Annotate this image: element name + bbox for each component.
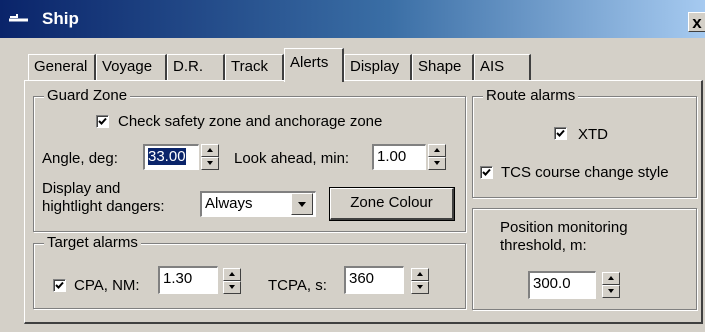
tab-general[interactable]: General bbox=[28, 54, 96, 80]
position-threshold-input[interactable]: 300.0 bbox=[528, 271, 596, 299]
cpa-input[interactable]: 1.30 bbox=[158, 266, 218, 294]
tab-label: Track bbox=[231, 58, 268, 75]
look-ahead-value: 1.00 bbox=[377, 148, 407, 165]
tab-track[interactable]: Track bbox=[225, 54, 284, 80]
tab-label: General bbox=[34, 58, 88, 75]
position-threshold-spinner[interactable] bbox=[602, 272, 620, 298]
checkmark-icon bbox=[482, 168, 491, 176]
position-monitoring-label: Position monitoring bbox=[500, 219, 628, 236]
zone-colour-button[interactable]: Zone Colour bbox=[330, 188, 454, 220]
angle-label: Angle, deg: bbox=[42, 150, 118, 167]
position-monitoring-label-2: threshold, m: bbox=[500, 237, 587, 254]
tab-label: Shape bbox=[418, 58, 462, 75]
close-button[interactable]: x bbox=[688, 12, 705, 32]
tcs-checkbox[interactable] bbox=[480, 166, 493, 179]
close-icon: x bbox=[692, 13, 702, 32]
group-label: Guard Zone bbox=[44, 87, 131, 105]
display-dangers-label-2: hightlight dangers: bbox=[42, 198, 165, 215]
spin-down-icon[interactable] bbox=[428, 157, 446, 170]
cpa-label: CPA, NM: bbox=[74, 277, 140, 294]
tcpa-value: 360 bbox=[349, 270, 375, 287]
window-title: Ship bbox=[42, 9, 79, 28]
look-ahead-spinner[interactable] bbox=[428, 144, 446, 170]
spin-up-icon[interactable] bbox=[411, 268, 429, 281]
tab-label: Alerts bbox=[290, 54, 329, 71]
angle-input[interactable]: 33.00 bbox=[143, 144, 199, 170]
angle-value: 33.00 bbox=[148, 148, 186, 165]
tcpa-label: TCPA, s: bbox=[268, 277, 327, 294]
spin-down-icon[interactable] bbox=[223, 281, 241, 294]
check-safety-zone-checkbox[interactable] bbox=[96, 115, 109, 128]
ship-icon bbox=[9, 14, 28, 22]
spin-down-icon[interactable] bbox=[411, 281, 429, 294]
tab-label: Display bbox=[350, 58, 400, 75]
tab-shape[interactable]: Shape bbox=[412, 54, 474, 80]
cpa-checkbox[interactable] bbox=[53, 279, 66, 292]
tcs-label: TCS course change style bbox=[501, 164, 669, 181]
spin-up-icon[interactable] bbox=[223, 268, 241, 281]
route-alarms-group: Route alarms bbox=[472, 87, 697, 198]
tab-alerts[interactable]: Alerts bbox=[284, 48, 344, 82]
display-dangers-label: Display and bbox=[42, 180, 121, 197]
chevron-down-icon[interactable] bbox=[291, 193, 313, 215]
cpa-spinner[interactable] bbox=[223, 268, 241, 294]
look-ahead-input[interactable]: 1.00 bbox=[372, 144, 426, 170]
xtd-checkbox[interactable] bbox=[554, 127, 567, 140]
tab-label: AIS bbox=[480, 58, 505, 75]
position-threshold-value: 300.0 bbox=[533, 275, 571, 292]
tcpa-input[interactable]: 360 bbox=[344, 266, 404, 294]
checkmark-icon bbox=[55, 281, 64, 289]
group-label: Route alarms bbox=[483, 87, 579, 105]
title-bar[interactable]: Ship x bbox=[0, 0, 705, 38]
display-dangers-value: Always bbox=[205, 195, 253, 212]
spin-up-icon[interactable] bbox=[428, 144, 446, 157]
angle-spinner[interactable] bbox=[201, 144, 219, 170]
checkmark-icon bbox=[98, 117, 107, 125]
cpa-value: 1.30 bbox=[163, 270, 193, 287]
spin-up-icon[interactable] bbox=[201, 144, 219, 157]
spin-down-icon[interactable] bbox=[201, 157, 219, 170]
tab-label: Voyage bbox=[102, 58, 153, 75]
tab-label: D.R. bbox=[173, 58, 203, 75]
spin-down-icon[interactable] bbox=[602, 285, 620, 298]
ship-dialog: Ship x General Voyage D.R. Track Alerts … bbox=[0, 0, 705, 332]
xtd-label: XTD bbox=[578, 126, 608, 143]
group-label: Target alarms bbox=[44, 234, 141, 252]
tab-dr[interactable]: D.R. bbox=[167, 54, 225, 80]
tab-ais[interactable]: AIS bbox=[474, 54, 531, 80]
tab-display[interactable]: Display bbox=[344, 54, 412, 80]
check-safety-zone-label: Check safety zone and anchorage zone bbox=[118, 113, 383, 130]
tab-voyage[interactable]: Voyage bbox=[96, 54, 167, 80]
zone-colour-label: Zone Colour bbox=[350, 194, 433, 211]
tcpa-spinner[interactable] bbox=[411, 268, 429, 294]
look-ahead-label: Look ahead, min: bbox=[234, 150, 350, 167]
checkmark-icon bbox=[556, 129, 565, 137]
spin-up-icon[interactable] bbox=[602, 272, 620, 285]
